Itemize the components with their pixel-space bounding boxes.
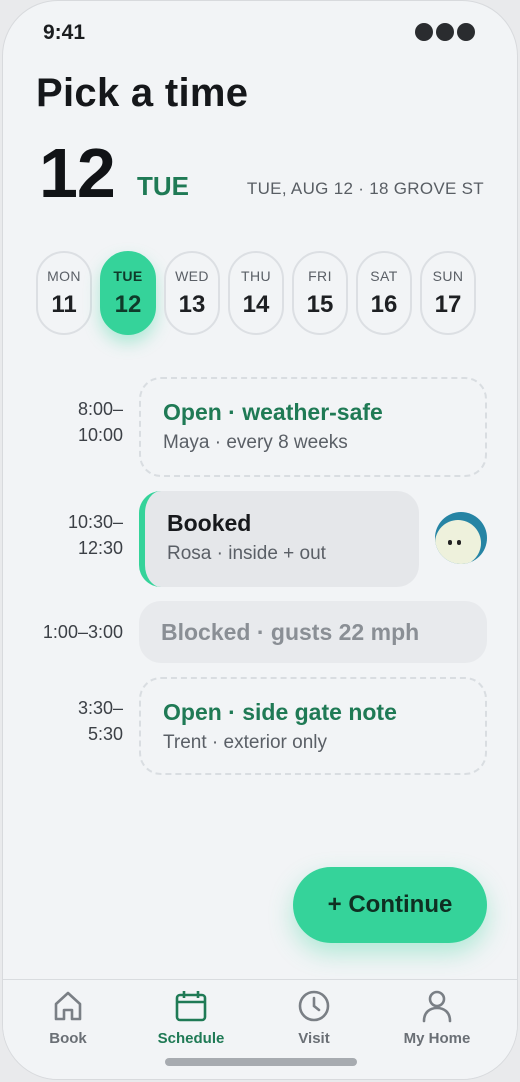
time-slot-open[interactable]: Open · weather-safe Maya · every 8 weeks (139, 377, 487, 477)
day-name: FRI (308, 268, 332, 284)
day-number: 16 (370, 291, 398, 318)
slot-status: Open · side gate note (163, 699, 397, 725)
day-name: SAT (370, 268, 398, 284)
continue-button[interactable]: + Continue (293, 867, 487, 943)
day-number: 13 (178, 291, 206, 318)
time-slot-open[interactable]: Open · side gate note Trent · exterior o… (139, 677, 487, 775)
slot-time: 1:00–3:00 (42, 622, 123, 642)
day-picker: MON 11 TUE 12 WED 13 THU 14 FRI 15 SAT 16 SUN 1… (36, 251, 476, 335)
day-number: 15 (306, 291, 334, 318)
tab-label: Schedule (157, 1030, 225, 1047)
date-address-subtitle: TUE, AUG 12 · 18 GROVE ST (246, 179, 484, 198)
home-icon (54, 991, 82, 1021)
slot-status: Blocked · gusts 22 mph (161, 619, 420, 645)
slot-time-start: 8:00– (77, 399, 123, 419)
day-name: TUE (113, 268, 143, 284)
day-chip-tue[interactable]: TUE 12 (100, 251, 156, 335)
time-slot-blocked: Blocked · gusts 22 mph (139, 601, 487, 663)
tab-label: Book (49, 1030, 87, 1047)
tab-schedule[interactable]: Schedule (136, 988, 246, 1047)
person-icon (422, 990, 452, 1023)
day-chip-sun[interactable]: SUN 17 (420, 251, 476, 335)
tab-my-home[interactable]: My Home (382, 988, 492, 1047)
tab-label: My Home (403, 1030, 471, 1047)
status-time: 9:41 (43, 21, 86, 44)
tab-label: Visit (298, 1030, 330, 1047)
day-name: WED (175, 268, 209, 284)
day-number: 14 (242, 291, 270, 318)
status-indicators-icon (415, 23, 475, 41)
time-slot-booked[interactable]: Booked Rosa · inside + out (139, 491, 419, 587)
slot-time-start: 3:30– (77, 698, 123, 718)
selected-date-number: 12 (39, 134, 116, 212)
calendar-icon (175, 991, 207, 1022)
slot-detail: Trent · exterior only (163, 732, 328, 753)
slot-time-start: 10:30– (67, 512, 123, 532)
day-chip-fri[interactable]: FRI 15 (292, 251, 348, 335)
clock-icon (298, 990, 330, 1022)
day-name: SUN (432, 268, 464, 284)
tab-book[interactable]: Book (13, 988, 123, 1047)
day-number: 11 (51, 291, 77, 318)
day-chip-wed[interactable]: WED 13 (164, 251, 220, 335)
slot-time: 10:30– 12:30 (53, 509, 123, 561)
slot-status: Open · weather-safe (163, 399, 383, 425)
tab-visit[interactable]: Visit (259, 988, 369, 1047)
slot-time: 8:00– 10:00 (53, 396, 123, 448)
slot-detail: Rosa · inside + out (167, 543, 326, 564)
day-chip-mon[interactable]: MON 11 (36, 251, 92, 335)
home-indicator[interactable] (165, 1058, 357, 1066)
slot-time: 3:30– 5:30 (53, 695, 123, 747)
slot-time-end: 12:30 (77, 538, 123, 558)
day-number: 17 (434, 291, 462, 318)
selected-day-label: TUE (137, 171, 189, 201)
day-name: THU (241, 268, 271, 284)
day-number: 12 (114, 291, 142, 318)
slot-detail: Maya · every 8 weeks (163, 432, 348, 453)
slot-time-end: 10:00 (77, 425, 123, 445)
slot-time-end: 5:30 (87, 724, 123, 744)
page-title: Pick a time (36, 71, 249, 115)
day-name: MON (47, 268, 81, 284)
day-chip-sat[interactable]: SAT 16 (356, 251, 412, 335)
slot-status: Booked (167, 510, 252, 536)
day-chip-thu[interactable]: THU 14 (228, 251, 284, 335)
phone-screen: 9:41 Pick a time 12 TUE TUE, AUG 12 · 18… (2, 0, 518, 1080)
avatar[interactable] (435, 512, 487, 564)
